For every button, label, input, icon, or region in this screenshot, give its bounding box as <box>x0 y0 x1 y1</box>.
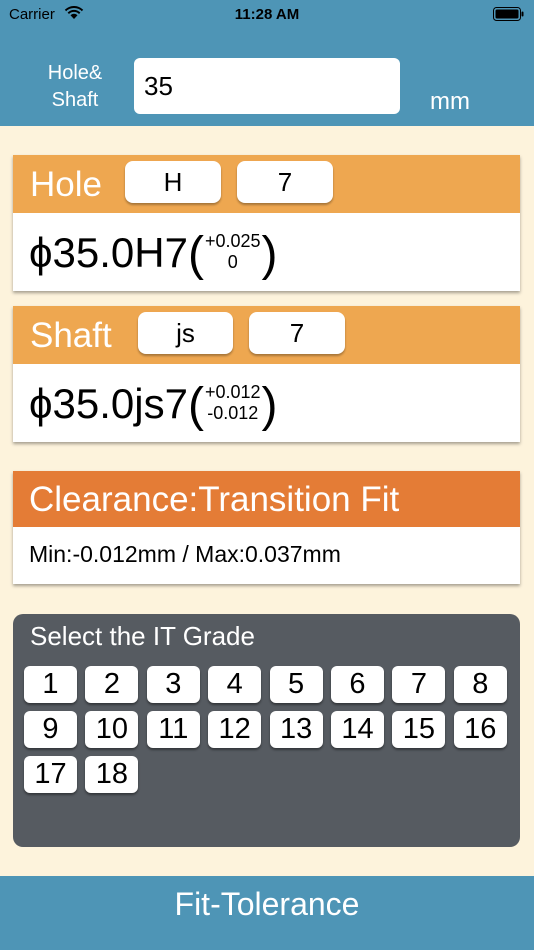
right-paren: ) <box>261 228 278 281</box>
shaft-tolerance: +0.012 -0.012 <box>205 382 261 424</box>
shaft-upper-deviation: +0.012 <box>204 381 261 402</box>
it-grade-button[interactable]: 4 <box>208 666 262 703</box>
hole-shaft-label: Hole& Shaft <box>30 60 120 114</box>
hole-tolerance: +0.025 0 <box>205 231 261 273</box>
fit-result-header: Clearance:Transition Fit <box>13 471 520 527</box>
hole-card: Hole H 7 ϕ35.0H7(+0.025 0) <box>13 155 520 291</box>
it-grade-button[interactable]: 13 <box>269 711 323 748</box>
it-grade-button[interactable]: 18 <box>85 756 139 793</box>
fit-type-title: Clearance:Transition Fit <box>29 480 400 519</box>
it-grade-button[interactable]: 7 <box>392 666 446 703</box>
battery-icon <box>493 7 524 21</box>
hole-title: Hole <box>30 165 102 204</box>
it-grade-button[interactable]: 9 <box>24 711 77 748</box>
fit-clearance-range: Min:-0.012mm / Max:0.037mm <box>29 541 341 567</box>
bottom-bar: Fit-Tolerance <box>0 876 534 950</box>
it-grade-button[interactable]: 11 <box>146 711 200 748</box>
it-grade-button[interactable]: 15 <box>392 711 446 748</box>
right-paren: ) <box>261 379 278 432</box>
it-grade-title: Select the IT Grade <box>30 621 255 651</box>
hole-upper-deviation: +0.025 <box>204 230 261 251</box>
hole-card-header: Hole H 7 <box>13 155 520 213</box>
status-time: 11:28 AM <box>234 6 300 23</box>
hole-letter-button[interactable]: H <box>125 161 221 203</box>
it-grade-panel: Select the IT Grade 1 2 3 4 5 6 7 8 9 10 11 12 13 14 1… <box>13 614 520 847</box>
shaft-card-body: ϕ35.0js7(+0.012 -0.012) <box>13 364 520 442</box>
hole-grade-button[interactable]: 7 <box>237 161 333 203</box>
app-title: Fit-Tolerance <box>174 886 360 922</box>
it-grade-button[interactable]: 5 <box>269 666 323 703</box>
shaft-card: Shaft js 7 ϕ35.0js7(+0.012 -0.012) <box>13 306 520 442</box>
shaft-letter-button[interactable]: js <box>138 312 233 354</box>
shaft-code: ϕ35.0js7 <box>29 380 188 427</box>
shaft-designation: ϕ35.0js7(+0.012 -0.012) <box>29 378 278 433</box>
it-grade-button[interactable]: 3 <box>146 666 200 703</box>
it-grade-button[interactable]: 17 <box>24 756 77 793</box>
hole-designation: ϕ35.0H7(+0.025 0) <box>29 227 278 282</box>
fit-result-card: Clearance:Transition Fit Min:-0.012mm / … <box>13 471 520 584</box>
hole-shaft-label-text: Hole& Shaft <box>47 62 103 111</box>
status-bar: Carrier 11:28 AM <box>0 0 534 30</box>
shaft-title: Shaft <box>30 316 112 355</box>
it-grade-button[interactable]: 2 <box>85 666 139 703</box>
it-grade-button[interactable]: 12 <box>208 711 262 748</box>
top-bar: Carrier 11:28 AM Hole& Shaft mm <box>0 0 534 126</box>
it-grade-button[interactable]: 16 <box>453 711 507 748</box>
hole-lower-deviation: 0 <box>227 251 238 272</box>
hole-code: ϕ35.0H7 <box>29 229 188 276</box>
unit-label: mm <box>430 88 470 115</box>
shaft-lower-deviation: -0.012 <box>207 402 259 423</box>
fit-result-body: Min:-0.012mm / Max:0.037mm <box>13 527 520 584</box>
it-grade-button[interactable]: 10 <box>85 711 139 748</box>
it-grade-button[interactable]: 1 <box>24 666 77 703</box>
it-grade-button[interactable]: 14 <box>331 711 384 748</box>
left-paren: ( <box>187 379 204 432</box>
hole-card-body: ϕ35.0H7(+0.025 0) <box>13 213 520 291</box>
shaft-card-header: Shaft js 7 <box>13 306 520 364</box>
it-grade-button[interactable]: 8 <box>453 666 507 703</box>
shaft-grade-button[interactable]: 7 <box>249 312 345 354</box>
left-paren: ( <box>187 228 204 281</box>
it-grade-button[interactable]: 6 <box>331 666 384 703</box>
nominal-size-input[interactable] <box>134 58 400 114</box>
